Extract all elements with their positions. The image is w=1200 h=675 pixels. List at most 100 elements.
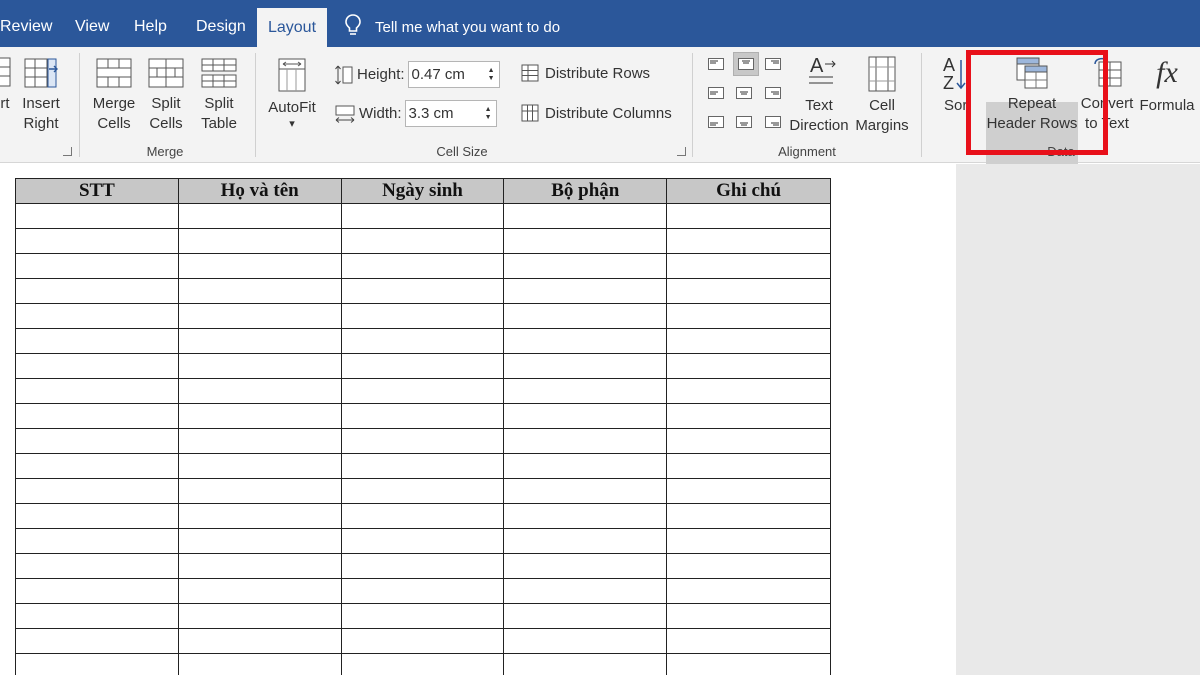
table-cell[interactable] <box>503 503 668 529</box>
rows-columns-launcher[interactable] <box>63 147 72 156</box>
table-cell[interactable] <box>503 528 668 554</box>
table-cell[interactable] <box>666 278 831 304</box>
table-cell[interactable] <box>177 353 342 379</box>
table-cell[interactable] <box>666 578 831 604</box>
tab-help[interactable]: Help <box>134 0 170 47</box>
table-cell[interactable] <box>340 428 505 454</box>
distribute-rows-button[interactable]: Distribute Rows <box>521 64 650 82</box>
align-center-left-button[interactable] <box>705 83 727 103</box>
table-cell[interactable] <box>177 378 342 404</box>
table-cell[interactable] <box>15 578 179 604</box>
table-cell[interactable] <box>177 203 342 229</box>
sort-button[interactable]: AZ Sor <box>937 54 967 116</box>
table-cell[interactable] <box>177 278 342 304</box>
table-cell[interactable] <box>503 203 668 229</box>
table-cell[interactable] <box>340 528 505 554</box>
align-bottom-left-button[interactable] <box>705 112 727 132</box>
table-cell[interactable] <box>177 253 342 279</box>
table-cell[interactable] <box>340 653 505 675</box>
table-cell[interactable] <box>15 653 179 675</box>
table-cell[interactable] <box>666 228 831 254</box>
table-cell[interactable] <box>177 653 342 675</box>
align-top-center-button[interactable] <box>733 52 759 76</box>
table-cell[interactable] <box>340 403 505 429</box>
table-header-cell[interactable]: Ngày sinh <box>340 178 505 204</box>
table-cell[interactable] <box>340 603 505 629</box>
table-cell[interactable] <box>503 303 668 329</box>
height-spinner[interactable]: ▲▼ <box>407 61 500 88</box>
align-top-left-button[interactable] <box>705 54 727 74</box>
text-direction-button[interactable]: A Text Direction <box>787 52 851 136</box>
table-cell[interactable] <box>666 628 831 654</box>
table-cell[interactable] <box>15 503 179 529</box>
table-cell[interactable] <box>340 353 505 379</box>
insert-left-button-partial[interactable]: rt <box>0 56 12 114</box>
table-cell[interactable] <box>340 578 505 604</box>
table-cell[interactable] <box>15 278 179 304</box>
cell-margins-button[interactable]: Cell Margins <box>854 56 910 136</box>
table-cell[interactable] <box>503 603 668 629</box>
formula-button[interactable]: fx Formula <box>1135 54 1199 116</box>
autofit-button[interactable]: AutoFit ▾ <box>264 56 320 130</box>
table-cell[interactable] <box>340 378 505 404</box>
table-cell[interactable] <box>15 303 179 329</box>
distribute-columns-button[interactable]: Distribute Columns <box>521 104 672 122</box>
table-cell[interactable] <box>15 628 179 654</box>
table-cell[interactable] <box>177 228 342 254</box>
table-cell[interactable] <box>503 253 668 279</box>
table-header-cell[interactable]: Ghi chú <box>666 178 831 204</box>
align-top-right-button[interactable] <box>762 54 784 74</box>
table-cell[interactable] <box>340 453 505 479</box>
table-cell[interactable] <box>503 428 668 454</box>
table-cell[interactable] <box>666 503 831 529</box>
table-cell[interactable] <box>503 328 668 354</box>
table-cell[interactable] <box>15 603 179 629</box>
width-spin-arrows-icon[interactable]: ▲ ▼ <box>485 106 492 122</box>
tab-layout[interactable]: Layout <box>257 8 327 47</box>
table-cell[interactable] <box>177 578 342 604</box>
height-input[interactable] <box>411 66 482 83</box>
table-cell[interactable] <box>666 303 831 329</box>
table-cell[interactable] <box>177 428 342 454</box>
table-cell[interactable] <box>177 303 342 329</box>
table-cell[interactable] <box>177 328 342 354</box>
table-cell[interactable] <box>340 278 505 304</box>
table-cell[interactable] <box>503 403 668 429</box>
table-cell[interactable] <box>666 203 831 229</box>
table-cell[interactable] <box>340 303 505 329</box>
table-cell[interactable] <box>340 228 505 254</box>
table-cell[interactable] <box>666 428 831 454</box>
table-cell[interactable] <box>15 553 179 579</box>
table-cell[interactable] <box>15 453 179 479</box>
align-center-right-button[interactable] <box>762 83 784 103</box>
table-cell[interactable] <box>340 628 505 654</box>
table-cell[interactable] <box>15 478 179 504</box>
table-header-cell[interactable]: Họ và tên <box>177 178 342 204</box>
table-cell[interactable] <box>503 653 668 675</box>
table-cell[interactable] <box>666 253 831 279</box>
table-cell[interactable] <box>666 653 831 675</box>
table-cell[interactable] <box>340 553 505 579</box>
height-spin-arrows-icon[interactable]: ▲ ▼ <box>488 67 495 83</box>
table-cell[interactable] <box>666 403 831 429</box>
table-cell[interactable] <box>666 478 831 504</box>
table-cell[interactable] <box>340 253 505 279</box>
table-cell[interactable] <box>177 603 342 629</box>
table-cell[interactable] <box>666 603 831 629</box>
table-cell[interactable] <box>177 628 342 654</box>
document-table[interactable]: STT Họ và tên Ngày sinh Bộ phận Ghi chú <box>15 178 831 675</box>
table-cell[interactable] <box>15 403 179 429</box>
table-cell[interactable] <box>503 378 668 404</box>
align-bottom-right-button[interactable] <box>762 112 784 132</box>
table-cell[interactable] <box>503 578 668 604</box>
width-input[interactable] <box>408 105 479 122</box>
split-cells-button[interactable]: Split Cells <box>143 56 189 134</box>
table-header-cell[interactable]: STT <box>15 178 179 204</box>
align-center-button[interactable] <box>733 83 755 103</box>
table-cell[interactable] <box>15 228 179 254</box>
table-cell[interactable] <box>503 478 668 504</box>
table-cell[interactable] <box>666 528 831 554</box>
table-cell[interactable] <box>503 353 668 379</box>
table-cell[interactable] <box>666 353 831 379</box>
table-cell[interactable] <box>177 453 342 479</box>
